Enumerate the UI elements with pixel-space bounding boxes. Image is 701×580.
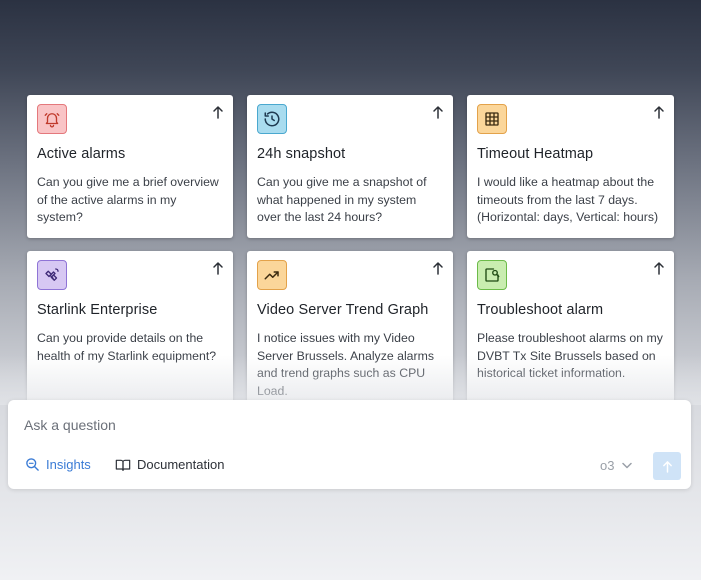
documentation-label: Documentation — [137, 457, 225, 472]
card-title: Troubleshoot alarm — [477, 302, 604, 318]
card-timeout-heatmap[interactable]: Timeout Heatmap I would like a heatmap a… — [467, 95, 674, 238]
card-description: I would like a heatmap about the timeout… — [477, 175, 659, 224]
model-label: o3 — [600, 458, 615, 473]
history-icon — [257, 104, 287, 134]
card-starlink-enterprise[interactable]: Starlink Enterprise Can you provide deta… — [27, 251, 233, 416]
send-button[interactable] — [653, 452, 681, 480]
card-title: Active alarms — [37, 146, 126, 162]
card-24h-snapshot[interactable]: 24h snapshot Can you give me a snapshot … — [247, 95, 453, 238]
card-description: Can you give me a brief overview of the … — [37, 175, 219, 224]
arrow-up-icon — [213, 262, 223, 275]
satellite-icon — [37, 260, 67, 290]
arrow-up-icon — [433, 106, 443, 119]
insights-label: Insights — [46, 457, 91, 472]
prompt-card-grid: Active alarms Can you give me a brief ov… — [27, 95, 674, 416]
grid-icon — [477, 104, 507, 134]
chevron-down-icon — [622, 462, 633, 469]
arrow-up-icon — [433, 262, 443, 275]
card-title: Starlink Enterprise — [37, 302, 158, 318]
card-description: Can you give me a snapshot of what happe… — [257, 175, 427, 224]
search-icon — [26, 458, 39, 471]
arrow-up-icon — [654, 262, 664, 275]
arrow-up-icon — [213, 106, 223, 119]
card-active-alarms[interactable]: Active alarms Can you give me a brief ov… — [27, 95, 233, 238]
card-video-server-trend-graph[interactable]: Video Server Trend Graph I notice issues… — [247, 251, 453, 416]
card-description: Can you provide details on the health of… — [37, 331, 217, 363]
card-troubleshoot-alarm[interactable]: Troubleshoot alarm Please troubleshoot a… — [467, 251, 674, 416]
card-description: I notice issues with my Video Server Bru… — [257, 331, 435, 398]
card-title: 24h snapshot — [257, 146, 346, 162]
book-icon — [115, 459, 131, 471]
card-title: Timeout Heatmap — [477, 146, 594, 162]
troubleshoot-icon — [477, 260, 507, 290]
arrow-up-icon — [662, 460, 672, 473]
model-selector[interactable]: o3 — [600, 458, 633, 473]
insights-button[interactable]: Insights — [25, 457, 91, 472]
documentation-button[interactable]: Documentation — [115, 457, 224, 472]
card-description: Please troubleshoot alarms on my DVBT Tx… — [477, 331, 663, 380]
arrow-up-icon — [654, 106, 664, 119]
trending-up-icon — [257, 260, 287, 290]
ask-question-panel: Insights Documentation o3 — [8, 400, 691, 489]
bell-icon — [37, 104, 67, 134]
card-title: Video Server Trend Graph — [257, 302, 429, 318]
question-input[interactable] — [24, 417, 584, 433]
